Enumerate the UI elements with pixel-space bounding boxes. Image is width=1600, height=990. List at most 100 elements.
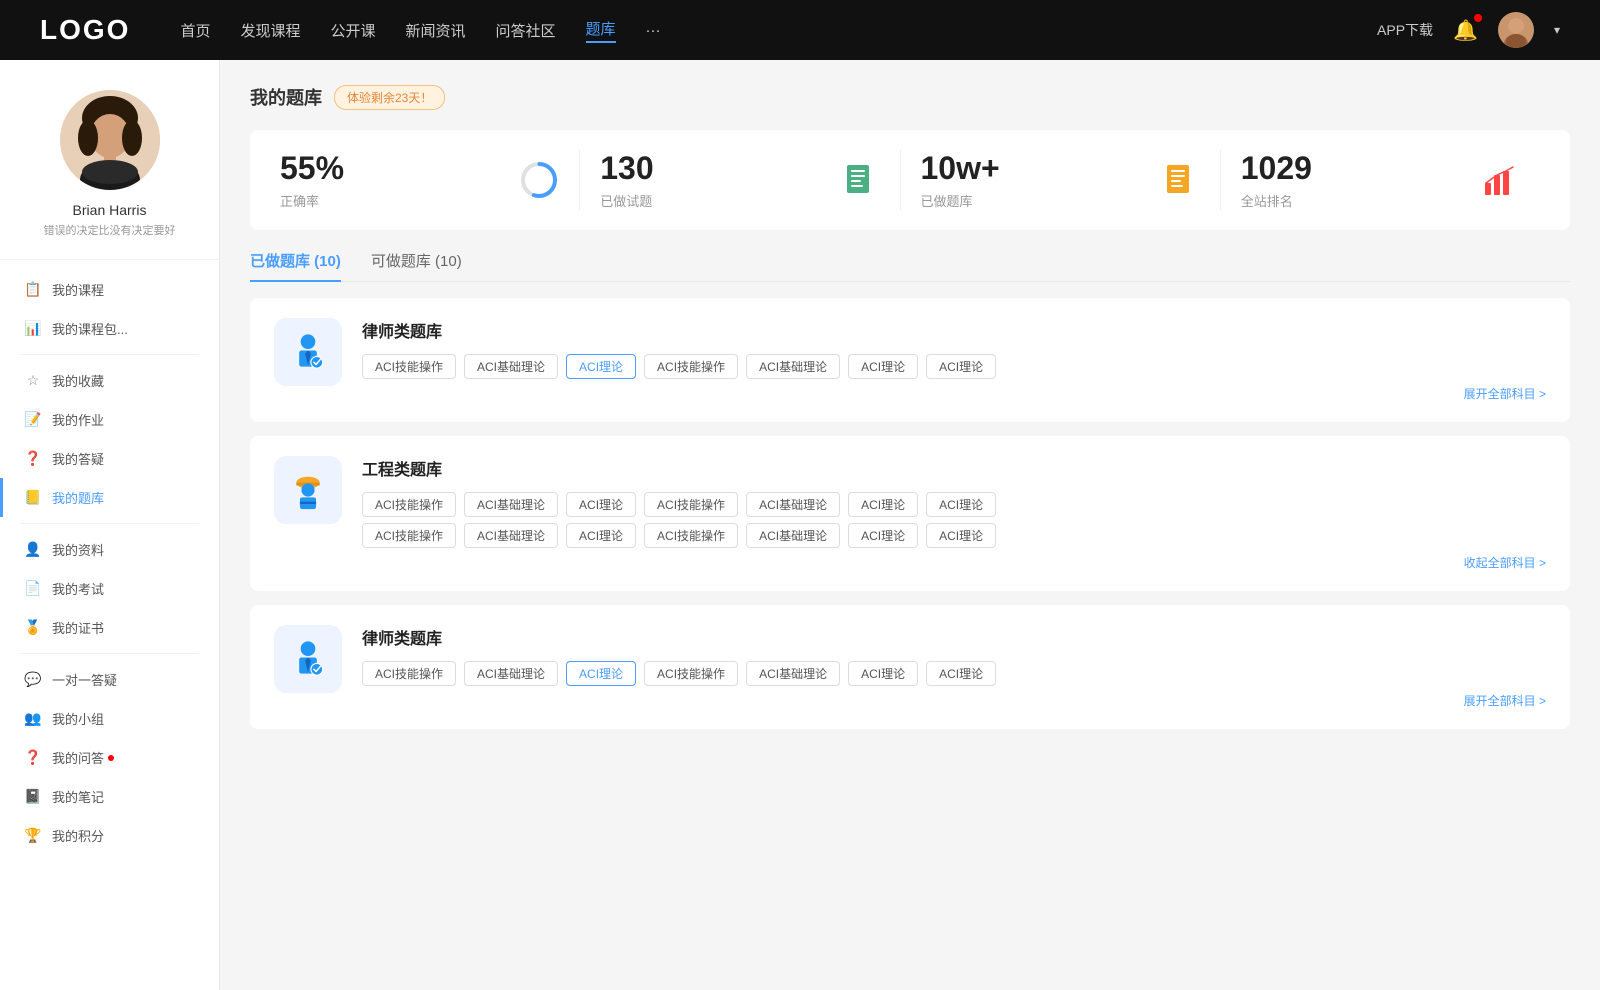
qbank-icon-lawyer-1 bbox=[274, 318, 342, 386]
exams-icon: 📄 bbox=[24, 580, 42, 598]
navbar: LOGO 首页 发现课程 公开课 新闻资讯 问答社区 题库 ··· APP下载 … bbox=[0, 0, 1600, 60]
sidebar-item-homework[interactable]: 📝 我的作业 bbox=[0, 400, 219, 439]
profile-avatar bbox=[60, 90, 160, 190]
eng-tag-3[interactable]: ACI技能操作 bbox=[644, 492, 738, 517]
stat-done-questions: 130 已做试题 bbox=[580, 150, 900, 210]
qbank-card-lawyer-2: 律师类题库 ACI技能操作 ACI基础理论 ACI理论 ACI技能操作 ACI基… bbox=[250, 605, 1570, 729]
user-motto: 错误的决定比没有决定要好 bbox=[20, 224, 199, 239]
sidebar-item-questions[interactable]: ❓ 我的问答 bbox=[0, 738, 219, 777]
qbank-card-lawyer-1: 律师类题库 ACI技能操作 ACI基础理论 ACI理论 ACI技能操作 ACI基… bbox=[250, 298, 1570, 422]
sidebar-item-my-courses[interactable]: 📋 我的课程 bbox=[0, 270, 219, 309]
eng-tag2-1[interactable]: ACI基础理论 bbox=[464, 523, 558, 548]
questions-red-dot bbox=[108, 755, 114, 761]
page-layout: Brian Harris 错误的决定比没有决定要好 📋 我的课程 📊 我的课程包… bbox=[0, 60, 1600, 990]
l2-tag-0[interactable]: ACI技能操作 bbox=[362, 661, 456, 686]
nav-item-home[interactable]: 首页 bbox=[180, 20, 210, 41]
tag-4[interactable]: ACI基础理论 bbox=[746, 354, 840, 379]
stat-done-banks-icon bbox=[1160, 160, 1200, 200]
logo: LOGO bbox=[40, 14, 130, 46]
sidebar-item-one-on-one[interactable]: 💬 一对一答疑 bbox=[0, 660, 219, 699]
app-download-button[interactable]: APP下载 bbox=[1377, 20, 1433, 40]
sidebar-item-favorites[interactable]: ☆ 我的收藏 bbox=[0, 361, 219, 400]
nav-item-news[interactable]: 新闻资讯 bbox=[406, 20, 466, 41]
tab-done-banks[interactable]: 已做题库 (10) bbox=[250, 250, 341, 281]
eng-tag-2[interactable]: ACI理论 bbox=[566, 492, 636, 517]
l2-tag-2-active[interactable]: ACI理论 bbox=[566, 661, 636, 686]
nav-item-discover[interactable]: 发现课程 bbox=[240, 20, 300, 41]
stat-done-banks-label: 已做题库 bbox=[921, 191, 1144, 210]
nav-item-more[interactable]: ··· bbox=[646, 22, 661, 39]
eng-tag-5[interactable]: ACI理论 bbox=[848, 492, 918, 517]
eng-tag2-2[interactable]: ACI理论 bbox=[566, 523, 636, 548]
stat-global-rank-label: 全站排名 bbox=[1241, 191, 1464, 210]
sidebar-profile: Brian Harris 错误的决定比没有决定要好 bbox=[0, 80, 219, 260]
eng-tag2-4[interactable]: ACI基础理论 bbox=[746, 523, 840, 548]
tag-1[interactable]: ACI基础理论 bbox=[464, 354, 558, 379]
eng-tag2-5[interactable]: ACI理论 bbox=[848, 523, 918, 548]
eng-tag-1[interactable]: ACI基础理论 bbox=[464, 492, 558, 517]
avatar[interactable] bbox=[1498, 12, 1534, 48]
eng-tag2-3[interactable]: ACI技能操作 bbox=[644, 523, 738, 548]
notes-icon: 📓 bbox=[24, 788, 42, 806]
nav-menu: 首页 发现课程 公开课 新闻资讯 问答社区 题库 ··· bbox=[180, 18, 1377, 43]
stat-global-rank: 1029 全站排名 bbox=[1221, 150, 1540, 210]
qbank-title-lawyer-1: 律师类题库 bbox=[362, 318, 1546, 342]
tag-0[interactable]: ACI技能操作 bbox=[362, 354, 456, 379]
qbank-expand-engineer-1[interactable]: 收起全部科目 > bbox=[362, 554, 1546, 571]
eng-tag-0[interactable]: ACI技能操作 bbox=[362, 492, 456, 517]
eng-tag2-6[interactable]: ACI理论 bbox=[926, 523, 996, 548]
l2-tag-6[interactable]: ACI理论 bbox=[926, 661, 996, 686]
stat-accuracy-label: 正确率 bbox=[280, 191, 503, 210]
tag-5[interactable]: ACI理论 bbox=[848, 354, 918, 379]
sidebar-item-exams[interactable]: 📄 我的考试 bbox=[0, 569, 219, 608]
l2-tag-3[interactable]: ACI技能操作 bbox=[644, 661, 738, 686]
sidebar-item-group[interactable]: 👥 我的小组 bbox=[0, 699, 219, 738]
sidebar-menu: 📋 我的课程 📊 我的课程包... ☆ 我的收藏 📝 我的作业 ❓ 我的答疑 � bbox=[0, 260, 219, 865]
packages-icon: 📊 bbox=[24, 320, 42, 338]
homework-icon: 📝 bbox=[24, 411, 42, 429]
l2-tag-5[interactable]: ACI理论 bbox=[848, 661, 918, 686]
sidebar-item-points[interactable]: 🏆 我的积分 bbox=[0, 816, 219, 855]
profile-icon: 👤 bbox=[24, 541, 42, 559]
qbank-content-engineer-1: 工程类题库 ACI技能操作 ACI基础理论 ACI理论 ACI技能操作 ACI基… bbox=[362, 456, 1546, 571]
one-on-one-icon: 💬 bbox=[24, 671, 42, 689]
qbank-expand-lawyer-1[interactable]: 展开全部科目 > bbox=[362, 385, 1546, 402]
notification-bell[interactable]: 🔔 bbox=[1453, 18, 1478, 43]
qbank-icon: 📒 bbox=[24, 489, 42, 507]
nav-item-qbank[interactable]: 题库 bbox=[586, 18, 616, 43]
qbank-icon-engineer-1 bbox=[274, 456, 342, 524]
sidebar-item-profile[interactable]: 👤 我的资料 bbox=[0, 530, 219, 569]
stat-accuracy: 55% 正确率 bbox=[280, 150, 580, 210]
sidebar-item-my-packages[interactable]: 📊 我的课程包... bbox=[0, 309, 219, 348]
navbar-right: APP下载 🔔 ▾ bbox=[1377, 12, 1560, 48]
courses-icon: 📋 bbox=[24, 281, 42, 299]
eng-tag-6[interactable]: ACI理论 bbox=[926, 492, 996, 517]
eng-tag-4[interactable]: ACI基础理论 bbox=[746, 492, 840, 517]
qbank-content-lawyer-1: 律师类题库 ACI技能操作 ACI基础理论 ACI理论 ACI技能操作 ACI基… bbox=[362, 318, 1546, 402]
points-icon: 🏆 bbox=[24, 827, 42, 845]
stat-done-questions-label: 已做试题 bbox=[600, 191, 823, 210]
stat-accuracy-text: 55% 正确率 bbox=[280, 150, 503, 210]
sidebar-item-qa[interactable]: ❓ 我的答疑 bbox=[0, 439, 219, 478]
user-dropdown-arrow[interactable]: ▾ bbox=[1554, 23, 1560, 37]
sidebar-item-certificates[interactable]: 🏅 我的证书 bbox=[0, 608, 219, 647]
eng-tag2-0[interactable]: ACI技能操作 bbox=[362, 523, 456, 548]
nav-item-qa[interactable]: 问答社区 bbox=[496, 20, 556, 41]
page-header: 我的题库 体验剩余23天！ bbox=[250, 84, 1570, 110]
tag-6[interactable]: ACI理论 bbox=[926, 354, 996, 379]
notification-badge bbox=[1474, 14, 1482, 22]
group-icon: 👥 bbox=[24, 710, 42, 728]
l2-tag-1[interactable]: ACI基础理论 bbox=[464, 661, 558, 686]
menu-divider-3 bbox=[20, 653, 199, 654]
tab-available-banks[interactable]: 可做题库 (10) bbox=[371, 250, 462, 281]
l2-tag-4[interactable]: ACI基础理论 bbox=[746, 661, 840, 686]
nav-item-open-course[interactable]: 公开课 bbox=[330, 20, 375, 41]
sidebar-item-notes[interactable]: 📓 我的笔记 bbox=[0, 777, 219, 816]
qbank-expand-lawyer-2[interactable]: 展开全部科目 > bbox=[362, 692, 1546, 709]
qa-icon: ❓ bbox=[24, 450, 42, 468]
tag-3[interactable]: ACI技能操作 bbox=[644, 354, 738, 379]
stat-done-questions-number: 130 bbox=[600, 150, 823, 187]
sidebar-item-qbank[interactable]: 📒 我的题库 bbox=[0, 478, 219, 517]
tag-2-active[interactable]: ACI理论 bbox=[566, 354, 636, 379]
stat-done-banks-text: 10w+ 已做题库 bbox=[921, 150, 1144, 210]
